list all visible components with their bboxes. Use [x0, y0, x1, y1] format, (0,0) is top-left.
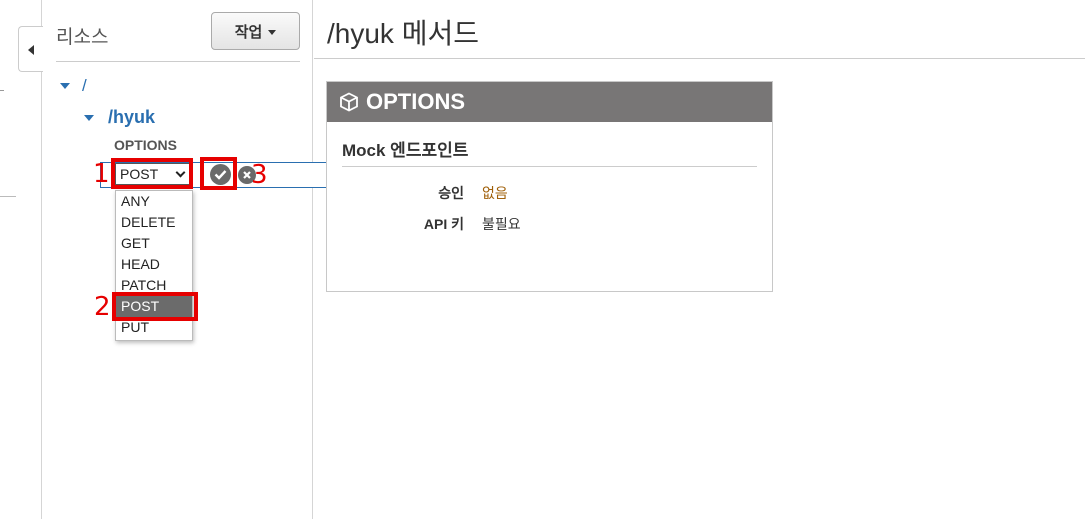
- dropdown-option-any[interactable]: ANY: [116, 191, 192, 212]
- auth-label: 승인: [438, 185, 464, 201]
- tree-item-label: /hyuk: [108, 107, 156, 127]
- tree-item-hyuk[interactable]: /hyuk: [84, 107, 155, 128]
- apikey-value: 불필요: [482, 216, 521, 232]
- dropdown-option-delete[interactable]: DELETE: [116, 212, 192, 233]
- caret-left-icon: [28, 45, 34, 55]
- expand-triangle-icon[interactable]: [84, 114, 94, 121]
- panel-subtitle: Mock 엔드포인트: [342, 141, 469, 160]
- apikey-label: API 키: [423, 216, 464, 232]
- actions-button-label: 작업: [234, 23, 263, 41]
- collapsed-nav-strip: [0, 0, 43, 519]
- caret-down-icon: [268, 29, 277, 35]
- actions-button[interactable]: 작업: [211, 12, 300, 50]
- page-title: /hyuk 메서드: [327, 18, 479, 49]
- divider: [0, 90, 4, 91]
- annotation-number-1: 1: [93, 159, 110, 189]
- annotation-box-3: [200, 157, 237, 190]
- expand-triangle-icon[interactable]: [60, 83, 70, 89]
- dropdown-option-head[interactable]: HEAD: [116, 254, 192, 275]
- resources-title: 리소스: [56, 27, 109, 48]
- panel-header: OPTIONS: [327, 82, 772, 122]
- tree-item-label: /: [82, 76, 87, 95]
- divider: [314, 58, 1085, 59]
- cube-icon: [340, 92, 358, 112]
- annotation-number-2: 2: [94, 292, 111, 322]
- annotation-number-3: 3: [251, 160, 268, 190]
- annotation-box-2: [112, 292, 198, 321]
- divider: [56, 61, 300, 62]
- dropdown-option-get[interactable]: GET: [116, 233, 192, 254]
- tree-item-root[interactable]: /: [60, 76, 87, 96]
- divider: [0, 196, 16, 197]
- tree-item-options-method[interactable]: OPTIONS: [114, 137, 177, 153]
- divider: [342, 166, 757, 167]
- auth-value: 없음: [482, 185, 508, 201]
- method-panel: OPTIONS Mock 엔드포인트 승인 없음 API 키 불필요: [326, 81, 773, 292]
- expand-nav-button[interactable]: [18, 26, 43, 72]
- annotation-box-1: [111, 158, 193, 189]
- panel-header-title: OPTIONS: [366, 89, 466, 114]
- resources-panel: 리소스 작업 / /hyuk OPTIONS POST ANY DELETE G…: [42, 0, 342, 519]
